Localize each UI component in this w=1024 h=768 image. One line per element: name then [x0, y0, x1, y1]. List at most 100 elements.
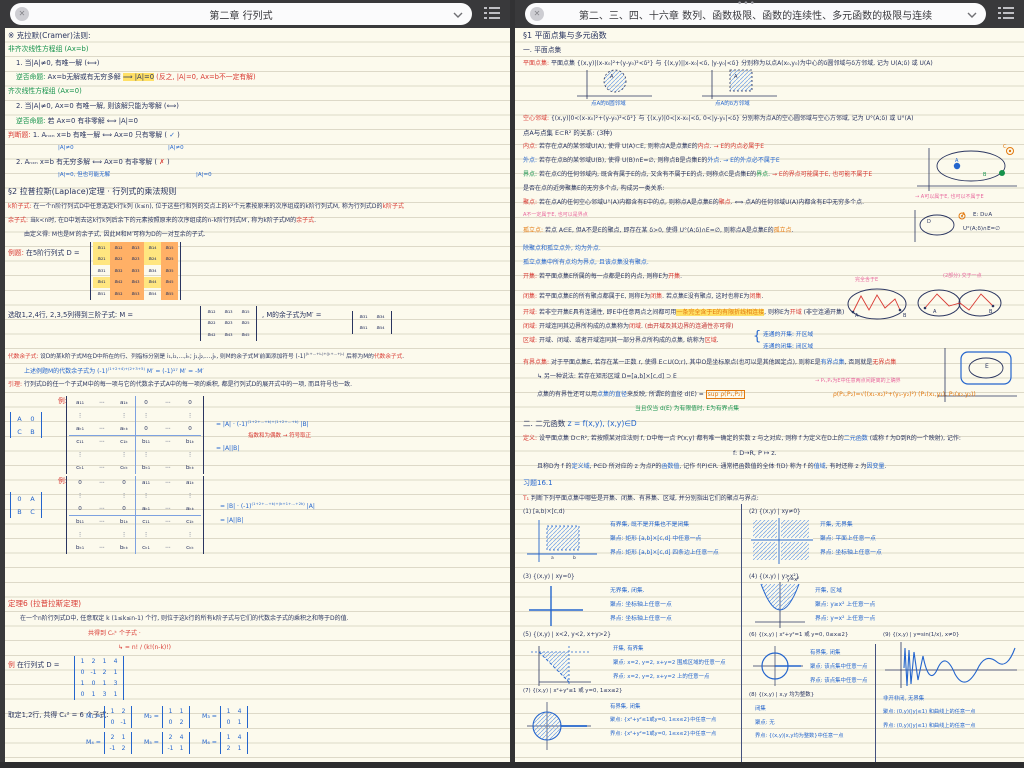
right-page-canvas[interactable]: §1 平面点集与多元函数一. 平面点集平面点集: 平面点集 {(x,y)|(x-…	[515, 28, 1024, 768]
ink-line: 代数余子式: 设D的某k阶子式M在D中所在的行、列指标分别是 i₁,i₂,…,i…	[8, 352, 404, 360]
ink-line: (9) {(x,y) | y=sin(1/x), x≠0}	[883, 632, 959, 638]
ink-line: 2. 当|A|≠0, Ax=0 有唯一解, 则该解只能为零解 (⟺)	[16, 103, 179, 111]
chevron-down-icon[interactable]	[967, 11, 977, 19]
ink-line: 余子式: 当k<n时, 在D中划去这k行k列后余下的元素按照原来的次序组成的n-…	[8, 218, 316, 225]
ink-line: E: D∪A	[973, 212, 992, 218]
problem1-figure	[525, 518, 601, 566]
ink-line: 共得到 Cₙᵏ 个子式 ·	[88, 631, 141, 638]
ink-line: ※ 克拉默(Cramer)法则:	[8, 32, 90, 40]
problem3-figure	[527, 584, 587, 630]
ink-line: 定理6 (拉普拉斯定理)	[8, 600, 81, 608]
determinant-matrix: 0⋯0a₁₁⋯a₁ₖ⋮⋮⋮⋮0⋯0aₖ₁⋯aₖₖb₁₁⋯b₁ₖc₁₁⋯c₁ₖ⋮⋮…	[66, 476, 204, 554]
ink-line: 有界集, 闭集	[610, 704, 640, 710]
ink-line: (2部分) 交于一点	[943, 274, 982, 280]
ink-line: 定义: 设平面点集 D⊂R², 若按照某对应法则 f, D中每一点 P(x,y)…	[523, 436, 961, 443]
page-list-button[interactable]	[992, 3, 1020, 25]
ink-line: 开域: 若非空开集E具有连通性, 即E中任意两点之间都可用一条完全含于E的有限折…	[523, 310, 844, 317]
ink-line: a	[551, 556, 554, 561]
ink-line: M₄ =	[86, 740, 101, 747]
ink-line: ρ(P₁,P₂)=√((x₁-x₂)²+(y₁-y₂)²) (P₁(x₁,y₁)…	[833, 392, 976, 399]
ink-line: 非开非闭, 无界集	[883, 696, 924, 702]
determinant-matrix: 24-11	[162, 732, 190, 754]
grid-divider	[741, 504, 742, 768]
ink-line: = |A| · (-1)(1+2+…+k)+(1+2+…+k) |B|	[216, 420, 309, 429]
ink-line: 习题16.1	[523, 480, 553, 488]
ink-line: 聚点: 平面上任意一点	[820, 536, 876, 542]
ink-line: T₁ 判断下列平面点集中哪些是开集、闭集、有界集、区域, 并分别指出它们的聚点与…	[523, 496, 759, 503]
chevron-down-icon[interactable]	[453, 11, 463, 19]
ink-line: 逆否命题: Ax=b无解或有无穷多解 ⟹ |A|=0 (反之, |A|=0, A…	[16, 74, 256, 82]
ink-line: 界点: 矩形 [a,b]×[c,d] 四条边上任意一点	[610, 550, 719, 556]
ink-line: A	[955, 159, 958, 165]
ink-line: ↳ 另一种说法: 若存在矩形区域 D=[a,b]×[c,d] ⊃ E	[537, 374, 677, 381]
ink-line: 聚点: 坐标轴上任意一点	[610, 602, 672, 608]
window-handle-icon[interactable]: •••	[737, 0, 756, 9]
touching-regions-figure	[915, 282, 1005, 322]
ink-line: 闭域: 开域连同其边界所构成的点集称为闭域. (由开域及其边界的连通性亦可得)	[523, 324, 733, 331]
ink-line: 界点: 坐标轴上任意一点	[820, 550, 882, 556]
ink-line: (2) {(x,y) | xy≠0}	[749, 509, 801, 515]
ink-line: M₂ =	[144, 714, 159, 721]
ink-line: 一. 平面点集	[523, 47, 561, 55]
right-window: ••• ✕ 第二、三、四、十六章 数列、函数极限、函数的连续性、多元函数的极限与…	[515, 0, 1024, 768]
determinant-matrix: a₁₁⋯a₁ₖ0⋯0⋮⋮⋮⋮aₖ₁⋯aₖₖ0⋯0c₁₁⋯c₁ₖb₁₁⋯b₁ₖ⋮⋮…	[66, 396, 204, 474]
ink-line: 2. Aₙₓₙ x=b 有无穷多解 ⟺ Ax=0 有非零解 ( ✗ )	[16, 159, 170, 167]
ink-line: A	[610, 75, 613, 81]
split-screen: ✕ 第二章 行列式 ※ 克拉默(Cramer)法则:非齐次线性方程组 (Ax=b…	[0, 0, 1024, 768]
ink-line: 界点: (0,y)(|y|≤1) 和曲线上的任意一点	[883, 724, 975, 730]
ink-line: 平面点集: 平面点集 {(x,y)|(x-x₀)²+(y-y₀)²<δ²} 与 …	[523, 61, 933, 68]
ink-line: (6) {(x,y) | x²+y²=1 或 y=0, 0≤x≤2}	[749, 632, 848, 638]
ink-line: 孤立点: 若点 A∈E, 但A不是E的聚点, 即存在某 δ>0, 使得 U°(A…	[523, 228, 794, 235]
ink-line: → P₁,P₂为E中任意两点间距离的上确界	[815, 379, 901, 385]
ink-line: M₆ =	[202, 740, 217, 747]
ink-line: 区域: 开域、闭域、或者开域连同其一部分界点所构成的点集, 统称为区域.	[523, 338, 719, 345]
close-icon[interactable]: ✕	[530, 7, 544, 21]
ink-line: D	[927, 220, 931, 226]
ink-line: M₅ =	[144, 740, 159, 747]
ink-line: (3) {(x,y) | xy=0}	[523, 574, 575, 580]
ink-line: 连通的闭集: 闭区域	[763, 344, 813, 350]
page-list-button[interactable]	[478, 3, 506, 25]
ink-line: 聚点: y≥x² 上任意一点	[815, 602, 875, 608]
left-title-pill[interactable]: ✕ 第二章 行列式	[10, 3, 472, 25]
ink-line: C	[1003, 145, 1007, 151]
problem5-figure	[525, 642, 605, 690]
ink-line: = |A||B|	[216, 446, 239, 453]
determinant-matrix: A0CB	[10, 412, 42, 438]
ink-line: 完全含于E	[855, 278, 878, 284]
determinant-matrix: a₁₁a₁₂a₁₃a₁₄a₁₅a₂₁a₂₂a₂₃a₂₄a₂₅a₃₁a₃₂a₃₃a…	[90, 242, 181, 300]
ink-line: E	[985, 364, 989, 371]
ink-line: 判断题: 1. Aₙₓₙ x=b 有唯一解 ⟺ Ax=0 只有零解 ( ✓ )	[8, 132, 180, 140]
ink-line: 除聚点和孤立点外, 均为外点.	[523, 246, 601, 253]
ink-line: A	[855, 314, 858, 320]
circle-neighborhood-figure	[575, 68, 655, 102]
ink-line: y=x²	[787, 578, 799, 584]
ink-line: A	[933, 310, 936, 316]
ink-line: 聚点: {x²+y²≤1或y=0, 1≤x≤2}中任意一点	[610, 718, 716, 724]
ink-line: 由定义得: M也是M′的余子式, 因此M和M′可称为D的一对互余的子式.	[24, 232, 206, 239]
ink-line: f: D→R, P ↦ z.	[733, 450, 777, 457]
grid-divider	[875, 644, 876, 768]
ink-line: 界点: x=2, y=2, x+y=2 上的任意一点	[613, 674, 709, 680]
ink-line: 逆否命题: 若 Ax=0 有非零解 ⟺ |A|=0	[16, 118, 138, 126]
determinant-matrix: 21-12	[104, 732, 132, 754]
ink-line: 聚点: x=2, y=2, x+y=2 围成区域的任意一点	[613, 660, 726, 666]
list-icon	[483, 6, 501, 20]
ink-line: B	[989, 310, 992, 316]
close-icon[interactable]: ✕	[15, 7, 29, 21]
determinant-matrix: 0ABC	[10, 492, 42, 518]
ink-line: {	[753, 330, 761, 345]
ink-line: A	[734, 75, 737, 81]
ink-line: 闭集	[755, 706, 766, 712]
ink-line: 界点: y=x² 上任意一点	[815, 616, 875, 622]
ink-line: B	[983, 173, 986, 179]
ink-line: 空心邻域: {(x,y)|0<(x-x₀)²+(y-y₀)²<δ²} 与 {(x…	[523, 116, 913, 123]
ink-line: 外点: 若存在点B的某邻域U(B), 使得 U(B)∩E=∅, 则称点B是点集E…	[523, 158, 780, 165]
ink-line: 例 在行列式 D =	[8, 662, 59, 670]
ink-line: B	[903, 314, 906, 320]
ink-line: ↳ = n! ∕ (k!(n-k)!)	[118, 645, 171, 652]
ink-line: |A|=0	[196, 172, 212, 178]
left-page-canvas[interactable]: ※ 克拉默(Cramer)法则:非齐次线性方程组 (Ax=b)1. 当|A|≠0…	[0, 28, 510, 768]
ink-line: |A|≠0	[168, 145, 184, 151]
ink-line: 例题: 在5阶行列式 D =	[8, 250, 80, 258]
